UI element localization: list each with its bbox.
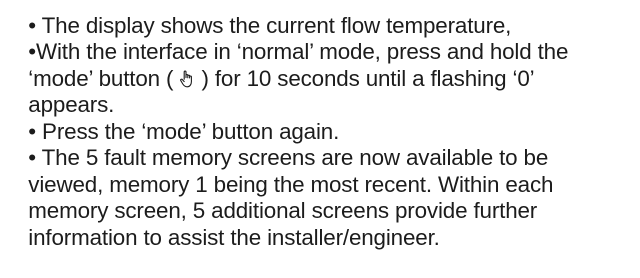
line-1-text: •With the interface in ‘normal’ mode, pr… — [28, 39, 569, 64]
line-2a-text: ‘mode’ button ( — [28, 65, 180, 91]
line-4-text: • Press the ‘mode’ button again. — [28, 118, 340, 144]
line-3-text: appears. — [28, 92, 115, 117]
instruction-text: • The display shows the current flow tem… — [4, 0, 636, 250]
line-8-text: information to assist the installer/engi… — [28, 224, 440, 250]
hand-pointer-icon — [179, 69, 195, 89]
line-2b-text: ) for 10 seconds until a flashing ‘0’ — [195, 65, 535, 91]
line-0-text: • The display shows the current flow tem… — [28, 12, 512, 38]
text-line-cut-off: • The display shows the current flow tem… — [4, 0, 636, 38]
line-5-text: • The 5 fault memory screens are now ava… — [28, 145, 549, 170]
line-7-text: memory screen, 5 additional screens prov… — [28, 198, 538, 223]
line-6-text: viewed, memory 1 being the most recent. … — [28, 171, 554, 197]
